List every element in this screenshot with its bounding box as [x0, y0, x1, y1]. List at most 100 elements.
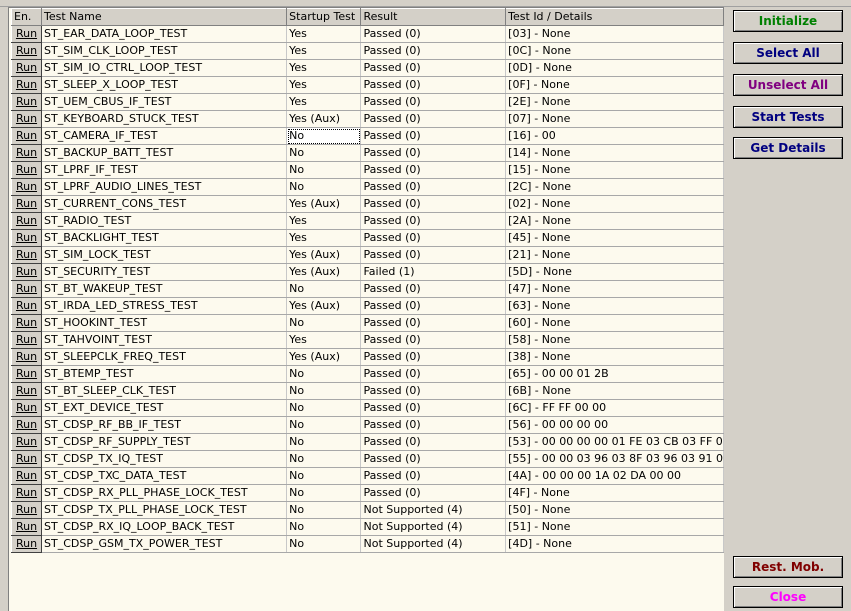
table-row[interactable]: Run ST_CDSP_RF_BB_IF_TEST No Passed (0) [56]… — [11, 416, 724, 434]
result-cell[interactable]: Passed (0) — [360, 144, 507, 162]
table-row[interactable]: Run ST_BT_WAKEUP_TEST No Passed (0) [47] - N… — [11, 280, 724, 298]
result-cell[interactable]: Passed (0) — [360, 93, 507, 111]
run-button[interactable]: Run — [11, 144, 42, 162]
test-name-cell[interactable]: ST_CDSP_GSM_TX_POWER_TEST — [40, 535, 288, 553]
test-details-cell[interactable]: [53] - 00 00 00 00 01 FE 03 CB 03 FF 0 — [505, 433, 724, 451]
test-name-cell[interactable]: ST_SIM_CLK_LOOP_TEST — [40, 42, 288, 60]
test-name-cell[interactable]: ST_EAR_DATA_LOOP_TEST — [40, 25, 288, 43]
table-row[interactable]: Run ST_SIM_CLK_LOOP_TEST Yes Passed (0) [0C]… — [11, 42, 724, 60]
run-button[interactable]: Run — [11, 433, 42, 451]
result-cell[interactable]: Passed (0) — [360, 365, 507, 383]
run-button[interactable]: Run — [11, 399, 42, 417]
test-name-cell[interactable]: ST_CURRENT_CONS_TEST — [40, 195, 288, 213]
table-row[interactable]: Run ST_EAR_DATA_LOOP_TEST Yes Passed (0) [03… — [11, 25, 724, 43]
test-name-cell[interactable]: ST_BT_SLEEP_CLK_TEST — [40, 382, 288, 400]
table-row[interactable]: Run ST_CDSP_RX_IQ_LOOP_BACK_TEST No Not Sup… — [11, 518, 724, 536]
column-header-startup-test[interactable]: Startup Test — [286, 8, 362, 26]
result-cell[interactable]: Passed (0) — [360, 450, 507, 468]
result-cell[interactable]: Failed (1) — [360, 263, 507, 281]
table-row[interactable]: Run ST_SIM_IO_CTRL_LOOP_TEST Yes Passed (0)… — [11, 59, 724, 77]
startup-test-cell[interactable]: Yes — [286, 59, 362, 77]
test-name-cell[interactable]: ST_CDSP_RX_PLL_PHASE_LOCK_TEST — [40, 484, 288, 502]
table-row[interactable]: Run ST_IRDA_LED_STRESS_TEST Yes (Aux) Passe… — [11, 297, 724, 315]
test-details-cell[interactable]: [2A] - None — [505, 212, 724, 230]
run-button[interactable]: Run — [11, 25, 42, 43]
run-button[interactable]: Run — [11, 365, 42, 383]
table-row[interactable]: Run ST_SIM_LOCK_TEST Yes (Aux) Passed (0) [2… — [11, 246, 724, 264]
run-button[interactable]: Run — [11, 161, 42, 179]
unselect-all-button[interactable]: Unselect All — [733, 74, 843, 96]
table-row[interactable]: Run ST_SLEEP_X_LOOP_TEST Yes Passed (0) [0F]… — [11, 76, 724, 94]
table-row[interactable]: Run ST_CDSP_RX_PLL_PHASE_LOCK_TEST No Passe… — [11, 484, 724, 502]
test-details-cell[interactable]: [63] - None — [505, 297, 724, 315]
test-details-cell[interactable]: [4A] - 00 00 00 1A 02 DA 00 00 — [505, 467, 724, 485]
column-header-enabled[interactable]: En. — [11, 8, 42, 26]
test-details-cell[interactable]: [14] - None — [505, 144, 724, 162]
run-button[interactable]: Run — [11, 416, 42, 434]
startup-test-cell[interactable]: Yes — [286, 331, 362, 349]
run-button[interactable]: Run — [11, 127, 42, 145]
test-details-cell[interactable]: [51] - None — [505, 518, 724, 536]
test-name-cell[interactable]: ST_CDSP_RF_BB_IF_TEST — [40, 416, 288, 434]
result-cell[interactable]: Passed (0) — [360, 212, 507, 230]
startup-test-cell[interactable]: No — [286, 399, 362, 417]
startup-test-cell[interactable]: Yes (Aux) — [286, 246, 362, 264]
test-name-cell[interactable]: ST_KEYBOARD_STUCK_TEST — [40, 110, 288, 128]
table-row[interactable]: Run ST_LPRF_IF_TEST No Passed (0) [15] - Non… — [11, 161, 724, 179]
run-button[interactable]: Run — [11, 229, 42, 247]
startup-test-cell[interactable]: No — [286, 178, 362, 196]
table-row[interactable]: Run ST_HOOKINT_TEST No Passed (0) [60] - Non… — [11, 314, 724, 332]
run-button[interactable]: Run — [11, 331, 42, 349]
select-all-button[interactable]: Select All — [733, 42, 843, 64]
test-details-cell[interactable]: [4D] - None — [505, 535, 724, 553]
test-details-cell[interactable]: [0F] - None — [505, 76, 724, 94]
result-cell[interactable]: Passed (0) — [360, 331, 507, 349]
table-row[interactable]: Run ST_CDSP_TX_PLL_PHASE_LOCK_TEST No Not S… — [11, 501, 724, 519]
result-cell[interactable]: Passed (0) — [360, 161, 507, 179]
run-button[interactable]: Run — [11, 93, 42, 111]
result-cell[interactable]: Passed (0) — [360, 195, 507, 213]
run-button[interactable]: Run — [11, 59, 42, 77]
startup-test-cell[interactable]: No — [286, 467, 362, 485]
startup-test-cell[interactable]: No — [286, 382, 362, 400]
run-button[interactable]: Run — [11, 297, 42, 315]
run-button[interactable]: Run — [11, 501, 42, 519]
startup-test-cell[interactable]: No — [286, 161, 362, 179]
startup-test-cell[interactable]: No — [286, 127, 362, 145]
table-row[interactable]: Run ST_CDSP_TX_IQ_TEST No Passed (0) [55] - … — [11, 450, 724, 468]
startup-test-cell[interactable]: No — [286, 144, 362, 162]
startup-test-cell[interactable]: No — [286, 501, 362, 519]
result-cell[interactable]: Passed (0) — [360, 229, 507, 247]
test-name-cell[interactable]: ST_BACKUP_BATT_TEST — [40, 144, 288, 162]
startup-test-cell[interactable]: No — [286, 365, 362, 383]
startup-test-cell[interactable]: Yes — [286, 93, 362, 111]
table-row[interactable]: Run ST_SLEEPCLK_FREQ_TEST Yes (Aux) Passed … — [11, 348, 724, 366]
run-button[interactable]: Run — [11, 348, 42, 366]
test-details-cell[interactable]: [38] - None — [505, 348, 724, 366]
result-cell[interactable]: Passed (0) — [360, 314, 507, 332]
test-name-cell[interactable]: ST_CDSP_TX_PLL_PHASE_LOCK_TEST — [40, 501, 288, 519]
test-name-cell[interactable]: ST_CDSP_TXC_DATA_TEST — [40, 467, 288, 485]
table-row[interactable]: Run ST_LPRF_AUDIO_LINES_TEST No Passed (0)[… — [11, 178, 724, 196]
run-button[interactable]: Run — [11, 314, 42, 332]
test-details-cell[interactable]: [45] - None — [505, 229, 724, 247]
test-details-cell[interactable]: [2C] - None — [505, 178, 724, 196]
test-details-cell[interactable]: [16] - 00 — [505, 127, 724, 145]
startup-test-cell[interactable]: No — [286, 314, 362, 332]
initialize-button[interactable]: Initialize — [733, 10, 843, 32]
table-row[interactable]: Run ST_CDSP_RF_SUPPLY_TEST No Passed (0) [53… — [11, 433, 724, 451]
test-name-cell[interactable]: ST_BTEMP_TEST — [40, 365, 288, 383]
test-name-cell[interactable]: ST_RADIO_TEST — [40, 212, 288, 230]
result-cell[interactable]: Passed (0) — [360, 348, 507, 366]
test-name-cell[interactable]: ST_EXT_DEVICE_TEST — [40, 399, 288, 417]
column-header-test-id-details[interactable]: Test Id / Details — [505, 8, 724, 26]
result-cell[interactable]: Passed (0) — [360, 382, 507, 400]
test-details-cell[interactable]: [0C] - None — [505, 42, 724, 60]
start-tests-button[interactable]: Start Tests — [733, 106, 843, 128]
test-name-cell[interactable]: ST_UEM_CBUS_IF_TEST — [40, 93, 288, 111]
test-name-cell[interactable]: ST_HOOKINT_TEST — [40, 314, 288, 332]
result-cell[interactable]: Passed (0) — [360, 110, 507, 128]
test-name-cell[interactable]: ST_LPRF_AUDIO_LINES_TEST — [40, 178, 288, 196]
table-row[interactable]: Run ST_TAHVOINT_TEST Yes Passed (0) [58] - N… — [11, 331, 724, 349]
startup-test-cell[interactable]: No — [286, 280, 362, 298]
